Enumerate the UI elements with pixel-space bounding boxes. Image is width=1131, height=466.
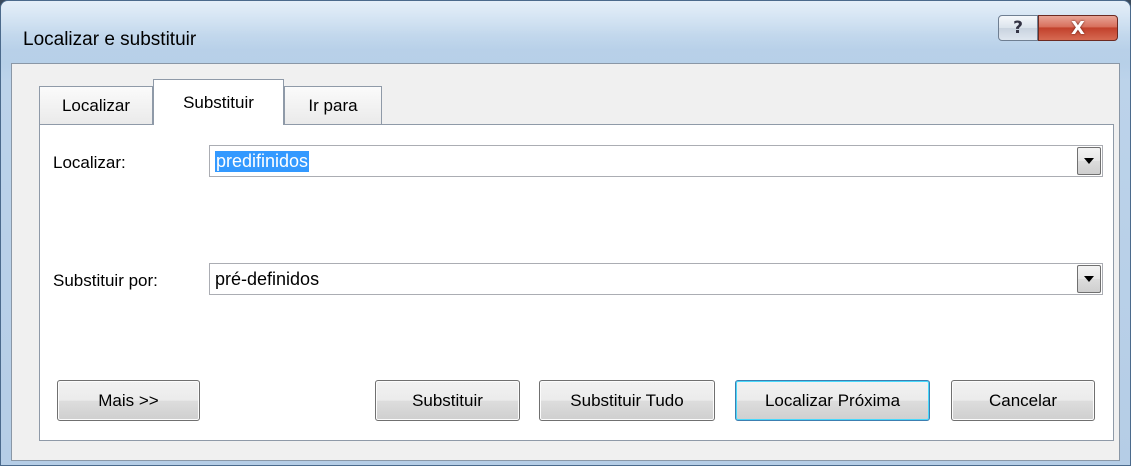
replace-button-label: Substituir xyxy=(412,390,483,410)
chevron-down-icon xyxy=(1084,276,1094,282)
find-dropdown-button[interactable] xyxy=(1077,147,1101,175)
more-button-label: Mais >> xyxy=(98,390,159,410)
tab-label: Ir para xyxy=(308,95,358,115)
replace-combobox[interactable]: pré-definidos xyxy=(209,263,1103,295)
find-replace-dialog: Localizar e substituir ? X Localizar Sub… xyxy=(0,0,1131,466)
replace-all-button-label: Substituir Tudo xyxy=(570,390,684,410)
chevron-down-icon xyxy=(1084,158,1094,164)
replace-input[interactable]: pré-definidos xyxy=(215,269,319,290)
close-icon: X xyxy=(1071,17,1085,39)
cancel-button[interactable]: Cancelar xyxy=(951,380,1095,421)
tab-ir-para[interactable]: Ir para xyxy=(284,86,382,124)
replace-dropdown-button[interactable] xyxy=(1077,265,1101,293)
find-next-button[interactable]: Localizar Próxima xyxy=(735,380,930,421)
replace-button[interactable]: Substituir xyxy=(375,380,520,421)
help-icon: ? xyxy=(1013,18,1023,38)
tab-localizar[interactable]: Localizar xyxy=(39,86,153,124)
tab-label: Localizar xyxy=(61,95,131,115)
window-title: Localizar e substituir xyxy=(23,29,197,50)
dialog-body: Localizar Substituir Ir para Localizar: … xyxy=(11,63,1120,461)
replace-all-button[interactable]: Substituir Tudo xyxy=(539,380,715,421)
replace-tab-panel: Localizar: predifinidos Substituir por: … xyxy=(39,124,1114,441)
find-combobox[interactable]: predifinidos xyxy=(209,145,1103,177)
cancel-button-label: Cancelar xyxy=(988,390,1058,410)
find-next-button-label: Localizar Próxima xyxy=(764,390,901,410)
help-button[interactable]: ? xyxy=(998,15,1038,41)
more-button[interactable]: Mais >> xyxy=(57,380,200,421)
find-input[interactable]: predifinidos xyxy=(215,151,310,172)
tab-label: Substituir xyxy=(183,92,254,112)
tab-substituir[interactable]: Substituir xyxy=(153,79,284,125)
close-button[interactable]: X xyxy=(1038,15,1118,41)
replace-label: Substituir por: xyxy=(53,271,158,290)
find-label: Localizar: xyxy=(53,153,126,172)
